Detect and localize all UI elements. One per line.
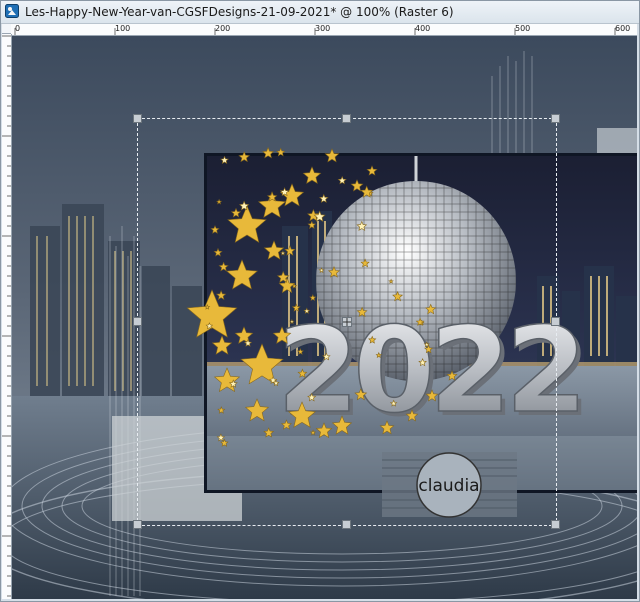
handle-bottom-middle[interactable] [342, 520, 351, 529]
vertical-ruler-ticks [2, 35, 11, 597]
image-canvas[interactable]: 2022 2022 claudia [12, 36, 637, 599]
vertical-ruler[interactable] [2, 34, 12, 599]
ruler-label-200: 200 [215, 24, 231, 33]
image-window: Les-Happy-New-Year-van-CGSFDesigns-21-09… [0, 0, 640, 602]
ruler-label-0: 0 [15, 24, 21, 33]
paintshop-pro-icon [5, 4, 19, 18]
handle-top-right[interactable] [551, 114, 560, 123]
handle-middle-left[interactable] [133, 317, 142, 326]
handle-top-left[interactable] [133, 114, 142, 123]
ruler-label-400: 400 [415, 24, 431, 33]
window-title: Les-Happy-New-Year-van-CGSFDesigns-21-09… [25, 5, 454, 19]
ruler-label-600: 600 [615, 24, 631, 33]
horizontal-ruler[interactable]: 0 100 200 300 400 500 600 [11, 24, 637, 36]
pivot-point-icon[interactable] [342, 317, 352, 327]
handle-middle-right[interactable] [551, 317, 560, 326]
ruler-label-500: 500 [515, 24, 531, 33]
handle-top-middle[interactable] [342, 114, 351, 123]
title-bar[interactable]: Les-Happy-New-Year-van-CGSFDesigns-21-09… [1, 1, 639, 24]
ruler-label-300: 300 [315, 24, 331, 33]
handle-bottom-right[interactable] [551, 520, 560, 529]
handle-bottom-left[interactable] [133, 520, 142, 529]
ruler-label-100: 100 [115, 24, 131, 33]
